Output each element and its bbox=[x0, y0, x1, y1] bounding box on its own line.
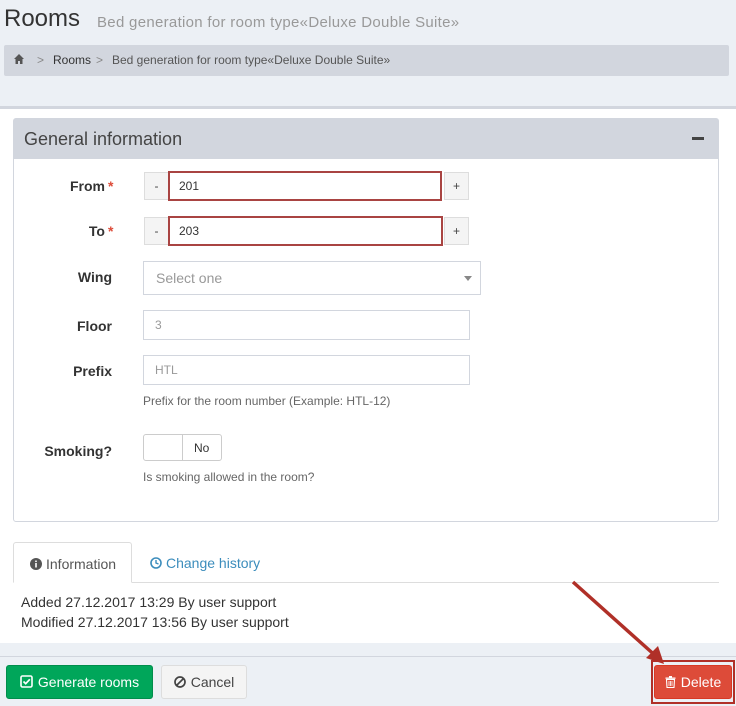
panel-title: General information bbox=[24, 129, 183, 149]
toggle-label: No bbox=[194, 441, 210, 455]
wing-label: Wing bbox=[77, 269, 112, 285]
required-mark: * bbox=[108, 178, 114, 194]
clock-icon bbox=[150, 557, 162, 569]
collapse-icon[interactable] bbox=[692, 137, 704, 140]
required-mark: * bbox=[108, 223, 114, 239]
check-square-icon bbox=[20, 675, 33, 688]
from-label: From bbox=[70, 178, 105, 194]
added-info: Added 27.12.2017 13:29 By user support bbox=[21, 594, 277, 610]
breadcrumb-separator: > bbox=[37, 53, 45, 67]
annotation-arrow-icon bbox=[571, 580, 664, 664]
page-title: Rooms bbox=[4, 5, 81, 32]
smoking-help: Is smoking allowed in the room? bbox=[143, 470, 315, 484]
floor-input[interactable]: 3 bbox=[143, 310, 470, 340]
to-minus-button[interactable]: - bbox=[144, 217, 169, 245]
info-circle-icon bbox=[30, 558, 42, 570]
generate-rooms-button[interactable]: Generate rooms bbox=[6, 665, 153, 699]
from-plus-button[interactable]: + bbox=[444, 172, 469, 200]
page-header: Rooms Bed generation for room type«Delux… bbox=[0, 0, 736, 44]
to-input[interactable]: 203 bbox=[168, 216, 443, 246]
tab-change-history-label: Change history bbox=[166, 555, 261, 571]
breadcrumb-link-rooms[interactable]: Rooms bbox=[53, 53, 91, 67]
tab-change-history[interactable]: Change history bbox=[150, 555, 260, 571]
from-input[interactable]: 201 bbox=[168, 171, 442, 201]
generate-rooms-label: Generate rooms bbox=[37, 674, 140, 690]
tab-information[interactable]: Information bbox=[13, 542, 132, 583]
breadcrumb-separator: > bbox=[96, 53, 104, 67]
wing-select[interactable]: Select one bbox=[143, 261, 481, 295]
cancel-button[interactable]: Cancel bbox=[161, 665, 247, 699]
toggle-knob bbox=[144, 435, 183, 460]
panel-header: General information bbox=[14, 119, 718, 159]
home-icon[interactable] bbox=[13, 53, 25, 65]
caret-down-icon bbox=[464, 276, 472, 281]
breadcrumb: > Rooms > Bed generation for room type«D… bbox=[4, 45, 729, 76]
breadcrumb-current: Bed generation for room type«Deluxe Doub… bbox=[112, 53, 391, 67]
prefix-label: Prefix bbox=[73, 363, 112, 379]
tab-information-label: Information bbox=[46, 556, 117, 572]
to-plus-button[interactable]: + bbox=[444, 217, 469, 245]
prefix-input[interactable]: HTL bbox=[143, 355, 470, 385]
wing-select-value: Select one bbox=[156, 270, 223, 286]
smoking-label: Smoking? bbox=[44, 443, 112, 459]
floor-label: Floor bbox=[77, 318, 112, 334]
to-label: To bbox=[88, 223, 105, 239]
from-minus-button[interactable]: - bbox=[144, 172, 169, 200]
prefix-help: Prefix for the room number (Example: HTL… bbox=[143, 394, 391, 408]
page-subtitle: Bed generation for room type«Deluxe Doub… bbox=[97, 14, 460, 31]
ban-icon bbox=[173, 676, 186, 688]
smoking-toggle[interactable]: No bbox=[143, 434, 222, 461]
cancel-label: Cancel bbox=[190, 674, 235, 690]
modified-info: Modified 27.12.2017 13:56 By user suppor… bbox=[21, 614, 289, 630]
